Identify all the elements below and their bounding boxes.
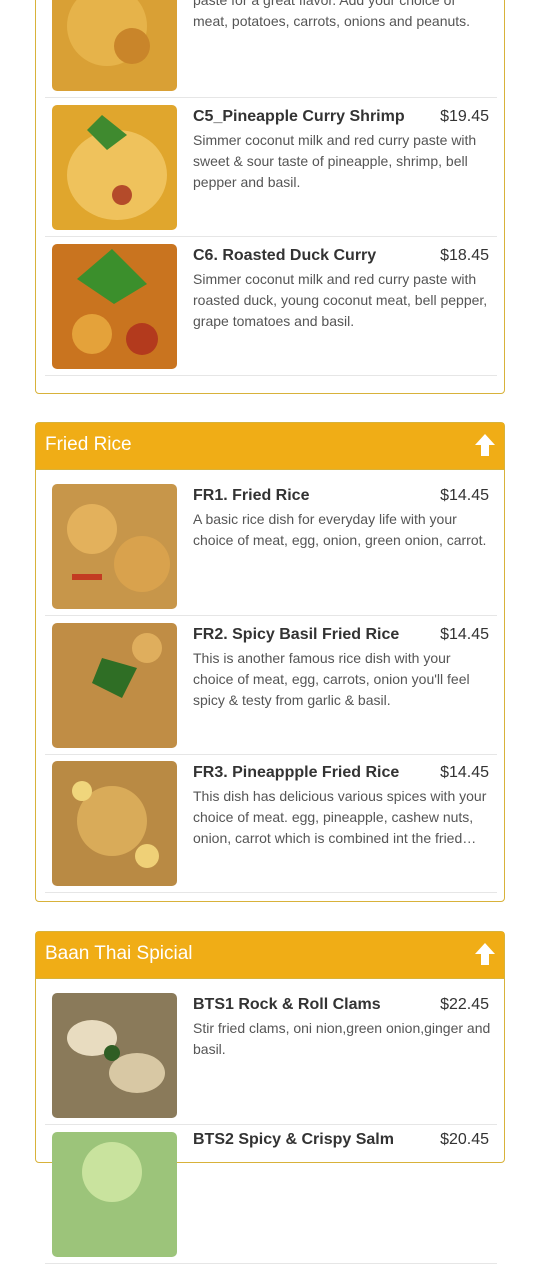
dish-photo bbox=[52, 105, 177, 230]
item-description: Simmer coconut milk and red curry paste … bbox=[193, 132, 477, 190]
item-description: Simmer coconut milk and red curry paste … bbox=[193, 271, 488, 329]
item-price: $14.45 bbox=[440, 487, 489, 504]
item-name: C5_Pineapple Curry Shrimp bbox=[193, 108, 405, 125]
panel-header[interactable]: Fried Rice bbox=[36, 423, 504, 470]
menu-item[interactable]: FR3. Pineappple Fried Rice $14.45 This d… bbox=[45, 754, 497, 893]
item-description: This is another famous rice dish with yo… bbox=[193, 650, 470, 708]
item-name: C6. Roasted Duck Curry bbox=[193, 247, 377, 264]
item-price: $20.45 bbox=[440, 1131, 489, 1148]
curry-panel: Simmer coconut milk and massaman curry p… bbox=[35, 0, 505, 394]
dish-photo bbox=[52, 0, 177, 91]
menu-item[interactable]: FR2. Spicy Basil Fried Rice $14.45 This … bbox=[45, 616, 497, 755]
menu-item[interactable]: BTS1 Rock & Roll Clams $22.45 Stir fried… bbox=[45, 986, 497, 1125]
item-name: FR1. Fried Rice bbox=[193, 487, 310, 504]
fried-rice-panel: Fried Rice FR1. Fried Rice $14.45 A basi… bbox=[35, 422, 505, 902]
item-name: BTS2 Spicy & Crispy Salm bbox=[193, 1131, 394, 1148]
item-description: This dish has delicious various spices w… bbox=[193, 788, 487, 846]
item-description: A basic rice dish for everyday life with… bbox=[193, 511, 487, 548]
menu-item[interactable]: BTS2 Spicy & Crispy Salm $20.45 bbox=[45, 1125, 497, 1264]
arrow-up-icon[interactable] bbox=[474, 433, 496, 457]
item-price: $19.45 bbox=[440, 108, 489, 125]
panel-header[interactable]: Baan Thai Spicial bbox=[36, 932, 504, 979]
panel-title: Fried Rice bbox=[45, 434, 132, 455]
item-description: Stir fried clams, oni nion,green onion,g… bbox=[193, 1020, 491, 1057]
item-name: FR2. Spicy Basil Fried Rice bbox=[193, 626, 400, 643]
menu-item[interactable]: Simmer coconut milk and massaman curry p… bbox=[45, 0, 497, 98]
dish-photo bbox=[52, 244, 177, 369]
item-price: $14.45 bbox=[440, 764, 489, 781]
dish-photo bbox=[52, 484, 177, 609]
panel-title: Baan Thai Spicial bbox=[45, 943, 193, 964]
dish-photo bbox=[52, 993, 177, 1118]
item-price: $22.45 bbox=[440, 996, 489, 1013]
dish-photo bbox=[52, 1132, 177, 1257]
item-price: $14.45 bbox=[440, 626, 489, 643]
item-name: FR3. Pineappple Fried Rice bbox=[193, 764, 400, 781]
arrow-up-icon[interactable] bbox=[474, 942, 496, 966]
dish-photo bbox=[52, 761, 177, 886]
item-name: BTS1 Rock & Roll Clams bbox=[193, 996, 381, 1013]
menu-item[interactable]: C5_Pineapple Curry Shrimp $19.45 Simmer … bbox=[45, 98, 497, 237]
menu-item[interactable]: C6. Roasted Duck Curry $18.45 Simmer coc… bbox=[45, 237, 497, 376]
item-description: Simmer coconut milk and massaman curry p… bbox=[193, 0, 471, 29]
item-price: $18.45 bbox=[440, 247, 489, 264]
menu-item[interactable]: FR1. Fried Rice $14.45 A basic rice dish… bbox=[45, 477, 497, 616]
special-panel: Baan Thai Spicial BTS1 Rock & Roll Clams… bbox=[35, 931, 505, 1264]
dish-photo bbox=[52, 623, 177, 748]
